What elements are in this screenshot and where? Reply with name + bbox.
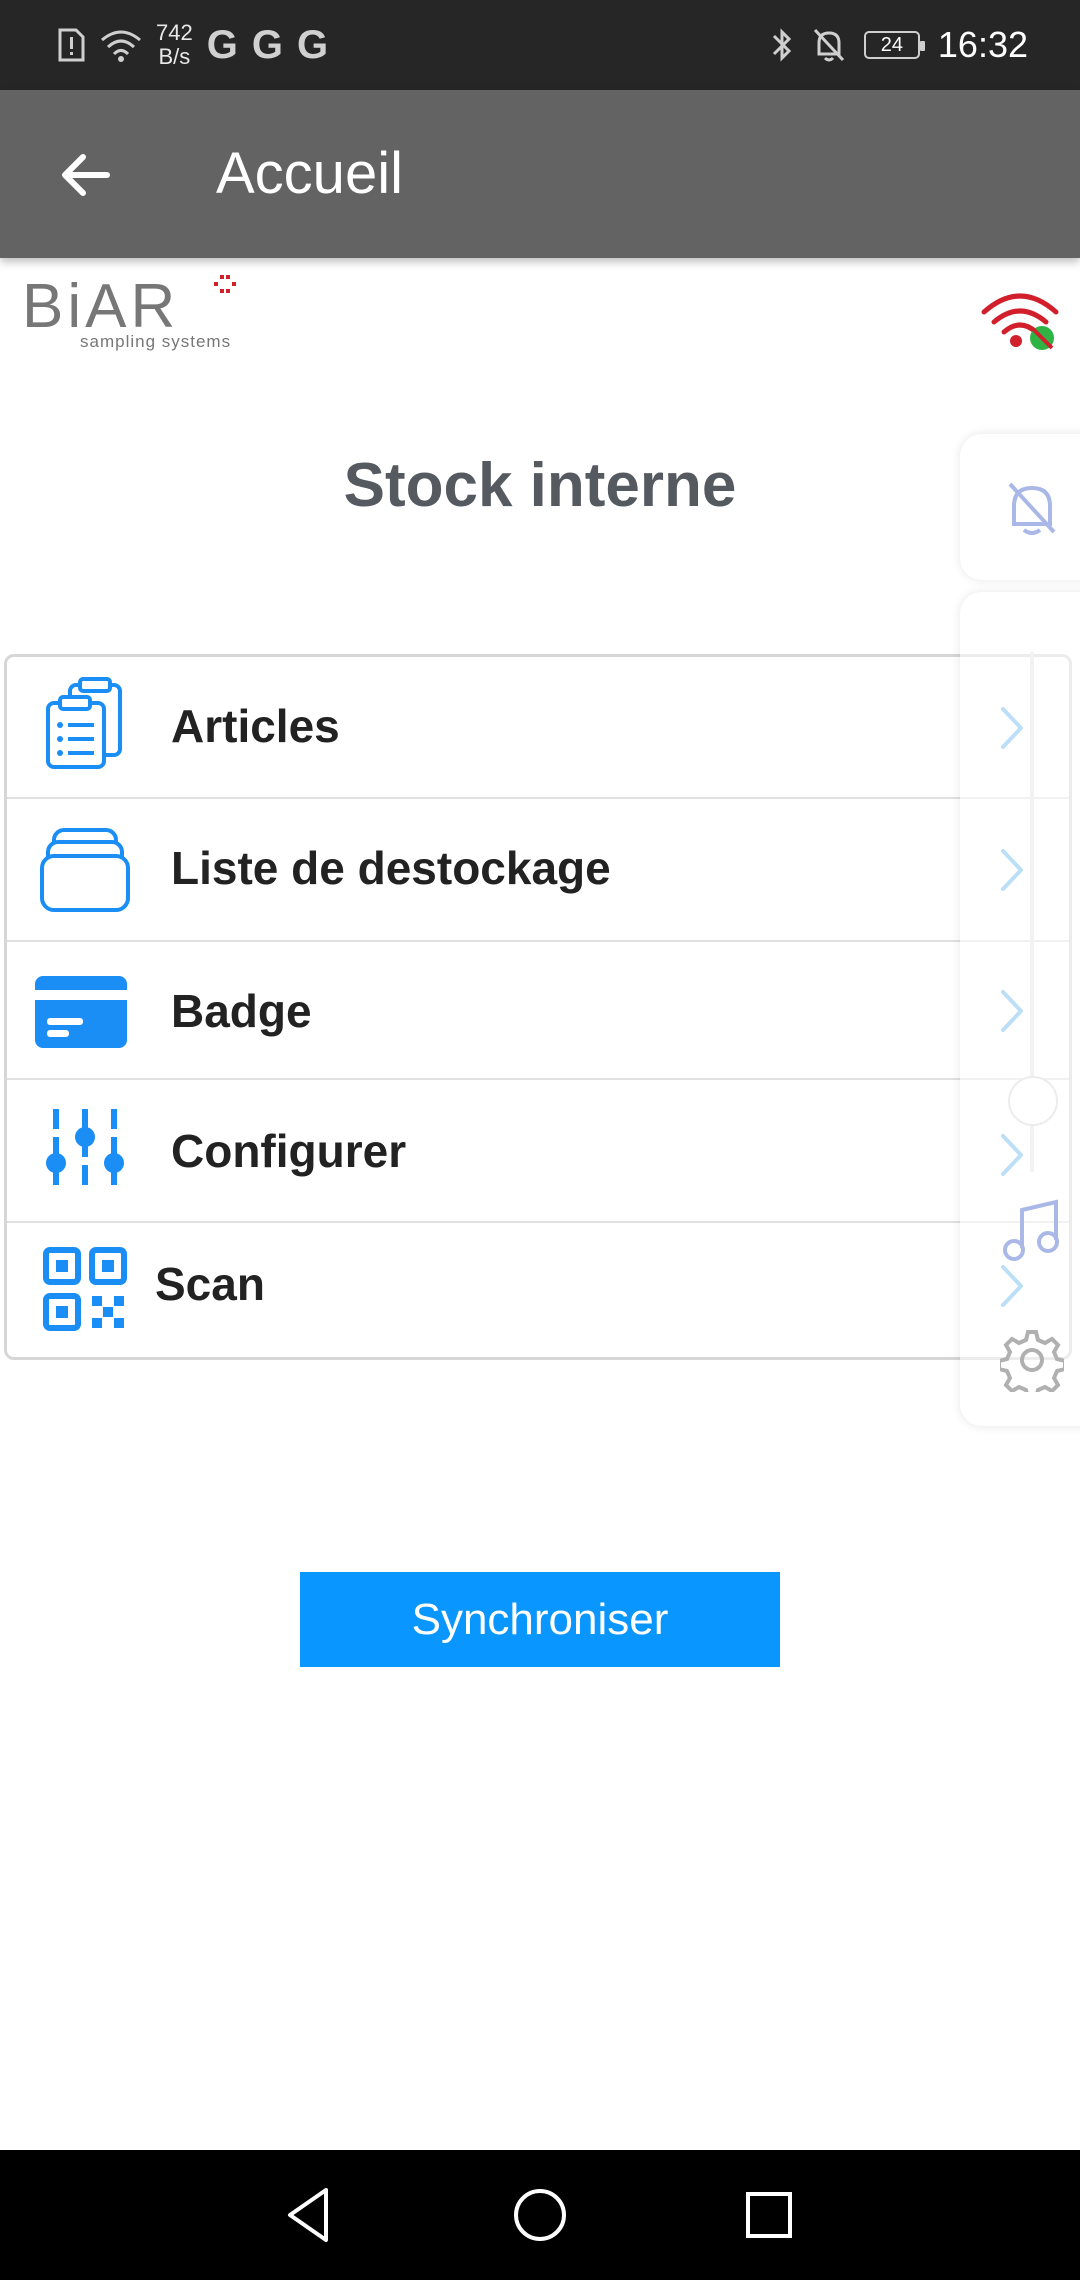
sliders-icon — [37, 1102, 133, 1198]
app-bar-title: Accueil — [216, 141, 403, 206]
google-icon: G — [251, 22, 283, 67]
nav-home-icon[interactable] — [507, 2182, 573, 2248]
volume-panel — [960, 592, 1080, 1426]
nav-recents-icon[interactable] — [736, 2182, 802, 2248]
logo-diamond-icon — [214, 275, 236, 293]
status-time: 16:32 — [937, 24, 1028, 65]
menu-item-configurer[interactable]: Configurer — [7, 1080, 1069, 1223]
menu-item-label: Scan — [155, 1258, 265, 1310]
logo-tagline: sampling systems — [80, 332, 232, 351]
gear-icon[interactable] — [1000, 1328, 1064, 1392]
app-bar: Accueil — [0, 90, 1080, 258]
volume-slider-handle[interactable] — [1008, 1076, 1058, 1126]
battery-level: 24 — [880, 33, 904, 56]
network-speed-value: 742 — [156, 20, 193, 45]
menu-item-label: Articles — [171, 700, 340, 752]
menu-item-label: Liste de destockage — [171, 842, 611, 894]
nav-back-icon[interactable] — [276, 2182, 342, 2248]
menu-item-label: Badge — [171, 985, 312, 1037]
stack-icon — [37, 821, 133, 917]
qr-code-icon — [37, 1241, 133, 1337]
biar-logo: BiAR sampling systems — [22, 275, 252, 358]
status-bar: 742 B/s G G G 24 16:32 — [0, 0, 1080, 90]
mute-toggle[interactable] — [960, 434, 1080, 580]
bell-off-icon — [813, 28, 845, 62]
menu-item-label: Configurer — [171, 1125, 407, 1177]
synchroniser-button[interactable]: Synchroniser — [300, 1572, 780, 1667]
music-note-icon — [1003, 1199, 1059, 1261]
sim-alert-icon — [58, 28, 85, 62]
network-speed: 742 B/s — [156, 21, 193, 69]
wifi-disconnected-icon — [981, 293, 1059, 350]
menu-item-badge[interactable]: Badge — [7, 942, 1069, 1080]
status-left: 742 B/s G G G — [56, 0, 328, 90]
google-icon: G — [296, 22, 329, 67]
network-speed-unit: B/s — [158, 44, 191, 69]
navigation-bar — [0, 2150, 1080, 2280]
menu-item-articles[interactable]: Articles — [7, 657, 1069, 799]
bell-off-icon — [1008, 482, 1056, 535]
wifi-icon — [101, 30, 141, 62]
status-right: 24 16:32 — [770, 0, 1028, 90]
bluetooth-icon — [772, 28, 792, 62]
clipboard-icon — [37, 677, 133, 773]
menu-item-liste-de-destockage[interactable]: Liste de destockage — [7, 799, 1069, 942]
arrow-left-icon — [62, 154, 110, 196]
page-title: Stock interne — [343, 451, 737, 520]
battery-icon: 24 — [863, 31, 925, 59]
google-icon: G — [206, 22, 238, 67]
menu-list: Articles Liste de destockage Badge Confi… — [4, 654, 1072, 1360]
card-icon — [33, 964, 129, 1060]
back-button[interactable] — [50, 140, 120, 210]
menu-item-scan[interactable]: Scan — [7, 1223, 1069, 1357]
